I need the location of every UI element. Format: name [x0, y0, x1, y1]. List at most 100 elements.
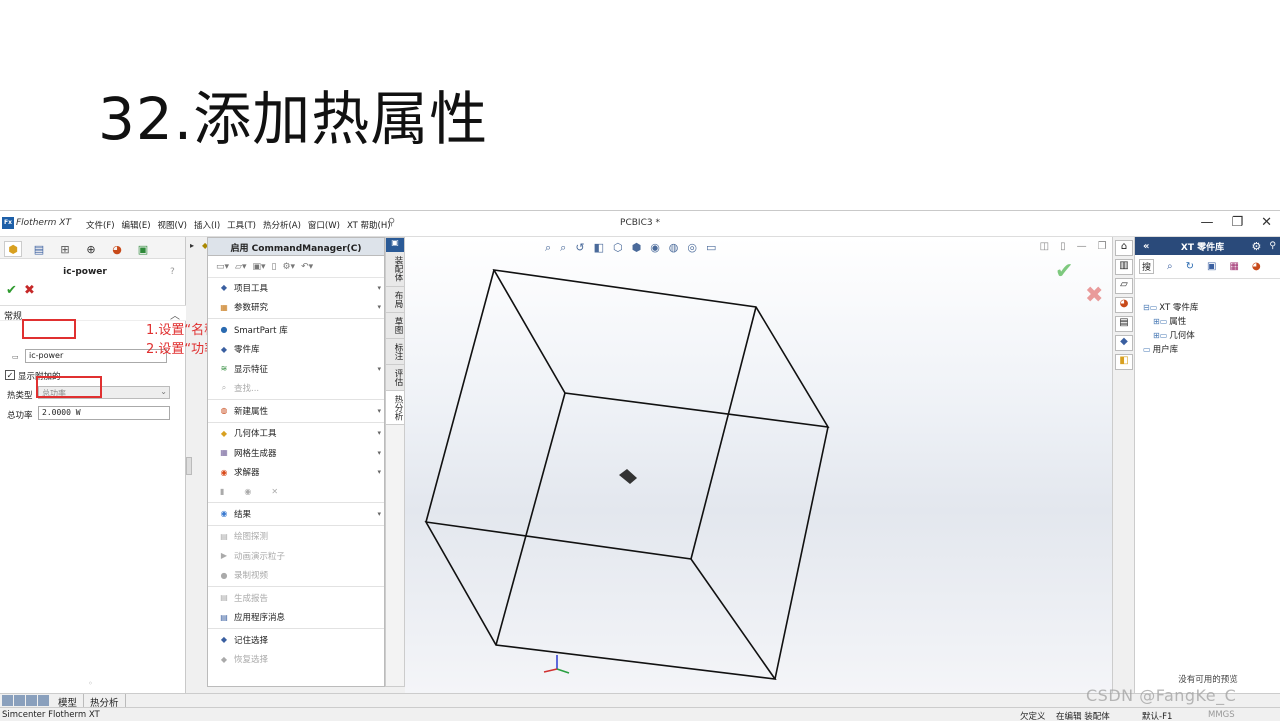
- property-manager-tab-icon[interactable]: ▤: [30, 241, 48, 257]
- confirm-check-icon[interactable]: ✔: [1055, 259, 1073, 284]
- dropdown-caret-icon[interactable]: ▾: [377, 510, 381, 518]
- menu-thermal-analysis[interactable]: 热分析(A): [263, 219, 301, 231]
- hide-show-icon[interactable]: ◉: [650, 241, 660, 255]
- show-attached-checkbox[interactable]: ✓: [5, 370, 15, 380]
- tab-thermal[interactable]: 热分析: [84, 694, 126, 709]
- dropdown-caret-icon[interactable]: ▾: [377, 303, 381, 311]
- command-item[interactable]: ◆ 记住选择: [208, 630, 384, 650]
- viewport-tile-icon[interactable]: ▯: [1060, 241, 1066, 252]
- display-style-icon[interactable]: ⬢: [632, 241, 642, 255]
- tree-item-geometry[interactable]: ⊞▭ 几何体: [1143, 329, 1198, 343]
- search-icon[interactable]: ⌕: [1167, 261, 1173, 272]
- menu-help[interactable]: XT 帮助(H): [347, 219, 391, 231]
- feature-tree-tab-icon[interactable]: ⬢: [4, 241, 22, 257]
- graphics-viewport[interactable]: ⌕ ⌕ ↺ ◧ ⬡ ⬢ ◉ ◍ ◎ ▭ ◫ ▯ — ❐ ✕ ✔ ✖: [405, 237, 1132, 693]
- total-power-field[interactable]: 2.0000 W: [38, 406, 170, 420]
- ok-check-icon[interactable]: ✔: [6, 283, 17, 298]
- pin-icon[interactable]: ⚲: [388, 217, 395, 228]
- menu-insert[interactable]: 插入(I): [194, 219, 220, 231]
- help-icon[interactable]: ?: [170, 267, 175, 277]
- command-item[interactable]: ▦ 参数研究 ▾: [208, 298, 384, 318]
- settings-gear-icon[interactable]: ⚙: [1248, 240, 1266, 253]
- command-item[interactable]: ◍ 新建属性 ▾: [208, 401, 384, 421]
- menu-view[interactable]: 视图(V): [158, 219, 187, 231]
- search-button[interactable]: 搜: [1139, 259, 1155, 274]
- minimize-button[interactable]: —: [1200, 215, 1213, 230]
- tab-markup[interactable]: 标注: [386, 338, 404, 365]
- zoom-area-icon[interactable]: ⌕: [560, 241, 566, 255]
- tab-model[interactable]: 模型: [52, 694, 85, 709]
- display-settings-icon[interactable]: ▭: [706, 241, 716, 255]
- tree-item-xt-library[interactable]: ⊟▭ XT 零件库: [1143, 301, 1198, 315]
- grid-view-icon[interactable]: ▦: [1229, 261, 1238, 272]
- command-item[interactable]: ◉ 求解器 ▾: [208, 463, 384, 483]
- confirm-cancel-icon[interactable]: ✖: [1085, 283, 1103, 308]
- expand-arrow-icon[interactable]: ▸: [190, 241, 194, 250]
- design-library-icon[interactable]: ▥: [1115, 259, 1133, 275]
- cancel-x-icon[interactable]: ✖: [24, 283, 35, 298]
- viewport-split-icon[interactable]: ◫: [1040, 241, 1049, 252]
- command-item[interactable]: ◆ 项目工具 ▾: [208, 278, 384, 298]
- display-manager-tab-icon[interactable]: ◕: [108, 241, 126, 257]
- viewport-restore-icon[interactable]: ❐: [1098, 241, 1107, 252]
- scene-icon[interactable]: ◎: [687, 241, 697, 255]
- pin-pane-icon[interactable]: ⚲: [1265, 241, 1280, 251]
- color-palette-icon[interactable]: ◕: [1252, 261, 1261, 272]
- home-icon[interactable]: ⌂: [1115, 240, 1133, 256]
- view-orientation-icon[interactable]: ⬡: [613, 241, 623, 255]
- resize-grip-icon[interactable]: ◦: [88, 679, 93, 688]
- config-manager-tab-icon[interactable]: ⊞: [56, 241, 74, 257]
- tab-assembly[interactable]: 装配体: [386, 252, 404, 287]
- add-library-icon[interactable]: ▣: [1207, 261, 1216, 272]
- command-item[interactable]: ◉ 结果 ▾: [208, 504, 384, 524]
- dropdown-caret-icon[interactable]: ▾: [377, 407, 381, 415]
- tab-thermal-analysis[interactable]: 热分析: [386, 390, 404, 425]
- section-view-icon[interactable]: ◧: [594, 241, 604, 255]
- status-units[interactable]: MMGS: [1208, 710, 1235, 720]
- maximize-button[interactable]: ❐: [1231, 215, 1243, 230]
- menu-edit[interactable]: 编辑(E): [122, 219, 151, 231]
- print-icon[interactable]: ▯: [272, 262, 277, 272]
- zoom-fit-icon[interactable]: ⌕: [545, 241, 551, 255]
- appearance-icon[interactable]: ◍: [669, 241, 679, 255]
- command-item[interactable]: ≋ 显示特征 ▾: [208, 359, 384, 379]
- custom-properties-icon[interactable]: ▤: [1115, 316, 1133, 332]
- command-item[interactable]: ▦ 网格生成器 ▾: [208, 443, 384, 463]
- cube-model[interactable]: [405, 237, 1132, 693]
- xt-library-icon[interactable]: ◆: [1115, 335, 1133, 351]
- dropdown-caret-icon[interactable]: ▾: [377, 365, 381, 373]
- tab-sketch[interactable]: 草图: [386, 312, 404, 339]
- command-item[interactable]: ◆ 零件库: [208, 340, 384, 360]
- previous-view-icon[interactable]: ↺: [575, 241, 584, 255]
- dropdown-caret-icon[interactable]: ▾: [377, 468, 381, 476]
- open-icon[interactable]: ▱▾: [235, 262, 246, 272]
- viewport-minimize-icon[interactable]: —: [1077, 241, 1087, 252]
- menu-tools[interactable]: 工具(T): [227, 219, 256, 231]
- close-button[interactable]: ✕: [1261, 215, 1272, 230]
- panel-splitter[interactable]: [186, 457, 192, 475]
- command-item[interactable]: ● SmartPart 库: [208, 320, 384, 340]
- file-explorer-icon[interactable]: ▱: [1115, 278, 1133, 294]
- save-icon[interactable]: ▣▾: [252, 262, 265, 272]
- undo-icon[interactable]: ↶▾: [301, 262, 313, 272]
- tree-item-user-library[interactable]: ▭ 用户库: [1143, 343, 1198, 357]
- dropdown-caret-icon[interactable]: ▾: [377, 449, 381, 457]
- command-item[interactable]: ▤ 应用程序消息: [208, 608, 384, 628]
- menu-window[interactable]: 窗口(W): [308, 219, 340, 231]
- xt-parts-icon[interactable]: ◧: [1115, 354, 1133, 370]
- new-document-icon[interactable]: ▭▾: [216, 262, 229, 272]
- tab-evaluate[interactable]: 评估: [386, 364, 404, 391]
- refresh-icon[interactable]: ↻: [1186, 261, 1194, 272]
- command-manager-header[interactable]: 启用 CommandManager(C): [208, 238, 384, 256]
- dropdown-caret-icon[interactable]: ▾: [377, 284, 381, 292]
- status-custom[interactable]: 默认-F1: [1142, 710, 1172, 722]
- toggle-panel-icon[interactable]: ▣: [386, 238, 404, 252]
- collapse-pane-icon[interactable]: «: [1135, 241, 1157, 252]
- menu-file[interactable]: 文件(F): [86, 219, 115, 231]
- thermal-tab-icon[interactable]: ▣: [134, 241, 152, 257]
- tab-layout[interactable]: 布局: [386, 286, 404, 313]
- appearances-icon[interactable]: ◕: [1115, 297, 1133, 313]
- tree-item-properties[interactable]: ⊞▭ 属性: [1143, 315, 1198, 329]
- dropdown-caret-icon[interactable]: ▾: [377, 429, 381, 437]
- command-item[interactable]: ◆ 几何体工具 ▾: [208, 424, 384, 444]
